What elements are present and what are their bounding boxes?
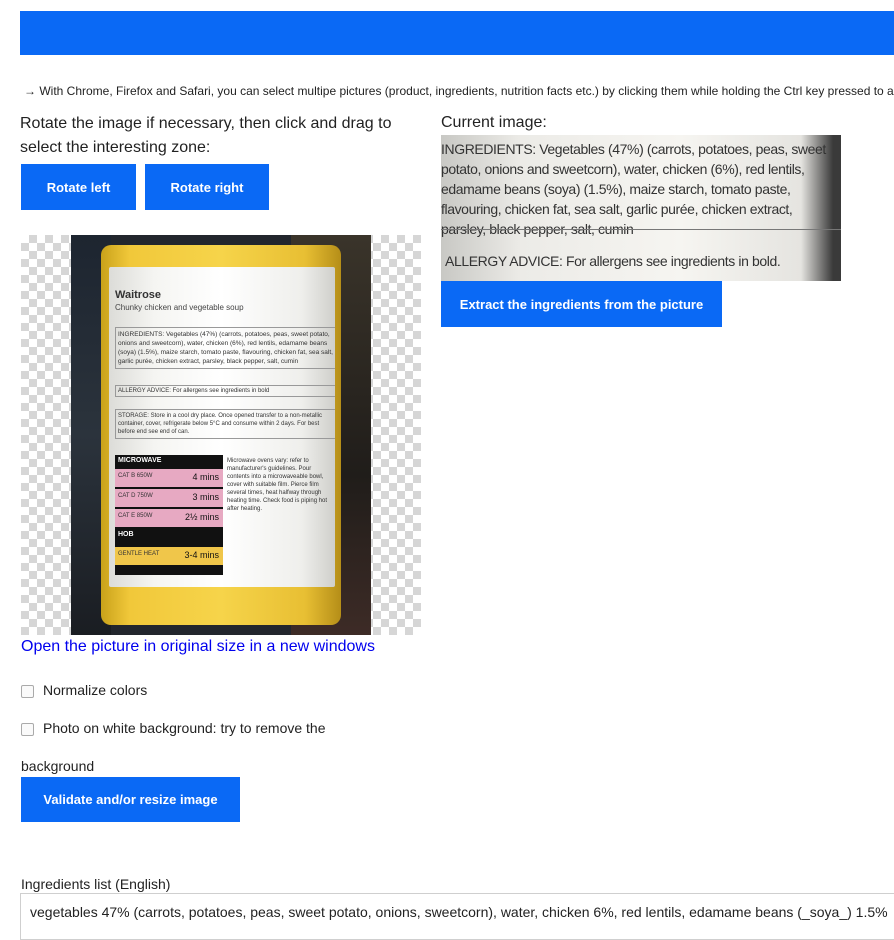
crop-editor[interactable]: Waitrose Chunky chicken and vegetable so… [21, 235, 421, 635]
microwave-row: CAT D 750W 3 mins [115, 489, 223, 507]
rotate-right-button[interactable]: Rotate right [145, 164, 269, 210]
preview-ingredients-text: INGREDIENTS: Vegetables (47%) (carrots, … [441, 141, 826, 237]
white-background-option[interactable]: Photo on white background: try to remove… [21, 720, 326, 736]
microwave-row-label: CAT B 650W [118, 473, 153, 479]
microwave-row-time: 3 mins [192, 492, 219, 502]
crop-instructions: Rotate the image if necessary, then clic… [20, 115, 392, 156]
microwave-row-time: 2½ mins [184, 512, 219, 522]
extract-ingredients-button[interactable]: Extract the ingredients from the picture [441, 281, 722, 327]
microwave-row-time: 4 mins [192, 472, 219, 482]
preview-divider [441, 229, 841, 230]
microwave-row: CAT B 650W 4 mins [115, 469, 223, 487]
white-background-label: Photo on white background: try to remove… [43, 720, 326, 736]
preview-allergy-text: ALLERGY ADVICE: For allergens see ingred… [445, 253, 781, 269]
open-original-link[interactable]: Open the picture in original size in a n… [21, 638, 375, 656]
normalize-colors-checkbox[interactable] [21, 684, 34, 698]
product-photo[interactable]: Waitrose Chunky chicken and vegetable so… [71, 235, 371, 635]
label-ingredients: INGREDIENTS: Vegetables (47%) (carrots, … [115, 327, 335, 369]
can-label: Waitrose Chunky chicken and vegetable so… [109, 267, 335, 587]
white-background-checkbox[interactable] [21, 722, 34, 736]
label-storage: STORAGE: Store in a cool dry place. Once… [115, 409, 335, 439]
normalize-colors-option[interactable]: Normalize colors [21, 682, 147, 698]
current-image-label: Current image: [441, 114, 547, 131]
validate-image-button[interactable]: Validate and/or resize image [21, 777, 240, 822]
microwave-row: CAT E 850W 2½ mins [115, 509, 223, 527]
microwave-table: MICROWAVE CAT B 650W 4 mins CAT D 750W 3… [115, 455, 223, 575]
multi-select-hint: → With Chrome, Firefox and Safari, you c… [24, 84, 894, 98]
soup-can: Waitrose Chunky chicken and vegetable so… [101, 245, 341, 625]
current-image-preview: INGREDIENTS: Vegetables (47%) (carrots, … [441, 135, 841, 281]
rotate-left-button[interactable]: Rotate left [21, 164, 136, 210]
label-product-name: Chunky chicken and vegetable soup [115, 303, 244, 312]
ingredients-list-label: Ingredients list (English) [21, 876, 171, 892]
microwave-row-label: CAT E 850W [118, 513, 153, 519]
label-allergy-advice: ALLERGY ADVICE: For allergens see ingred… [115, 385, 335, 397]
white-background-label-continued: background [21, 758, 95, 774]
microwave-row-time: 3-4 mins [184, 550, 219, 560]
label-brand: Waitrose [115, 289, 162, 301]
microwave-instructions: Microwave ovens vary: refer to manufactu… [227, 458, 328, 512]
normalize-colors-label: Normalize colors [43, 682, 148, 698]
microwave-row: GENTLE HEAT 3-4 mins [115, 547, 223, 565]
ingredients-list-textarea[interactable]: vegetables 47% (carrots, potatoes, peas,… [20, 893, 894, 940]
microwave-row-label: HOB [118, 531, 134, 538]
microwave-row-label: GENTLE HEAT [118, 551, 160, 557]
microwave-title: MICROWAVE [118, 457, 162, 464]
microwave-row-label: CAT D 750W [118, 493, 153, 499]
header-bar [20, 11, 894, 55]
